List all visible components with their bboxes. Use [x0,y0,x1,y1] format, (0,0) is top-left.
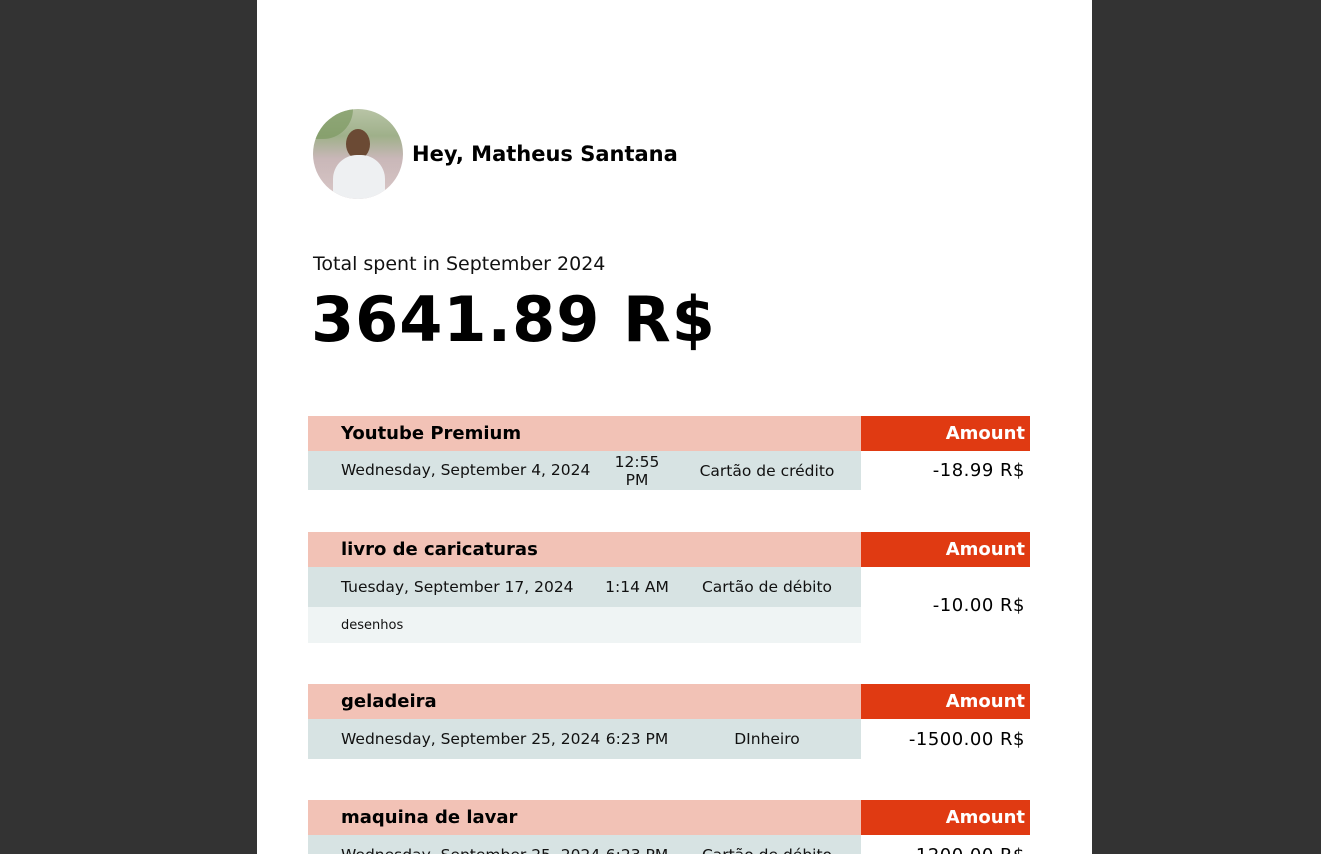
amount-header: Amount [861,416,1030,451]
amount-header: Amount [861,684,1030,719]
expense-title: livro de caricaturas [308,532,861,567]
expense-time: 6:23 PM [605,730,669,748]
amount-header: Amount [861,800,1030,835]
expense-title: geladeira [308,684,861,719]
expense-time: 1:14 AM [605,578,669,596]
avatar-body [333,155,385,199]
expense-date: Wednesday, September 25, 2024 [341,729,601,748]
report-page: Hey, Matheus Santana Total spent in Sept… [257,0,1092,854]
expense-time: 6:23 PM [601,846,673,854]
expense-date: Tuesday, September 17, 2024 [341,577,574,596]
expense-date: Wednesday, September 4, 2024 [341,461,591,479]
expense-card: geladeira Amount Wednesday, September 25… [308,684,1030,759]
payment-method: DInheiro [734,730,800,748]
total-spent-label: Total spent in September 2024 [313,253,606,275]
payment-method: Cartão de débito [673,846,861,854]
user-header: Hey, Matheus Santana [313,109,678,199]
expense-amount: -1200.00 R$ [861,835,1030,854]
greeting-text: Hey, Matheus Santana [412,142,678,166]
payment-method: Cartão de débito [701,578,833,596]
expense-title: maquina de lavar [308,800,861,835]
expense-amount: -18.99 R$ [932,460,1025,481]
expense-amount: -10.00 R$ [932,594,1025,616]
amount-header: Amount [861,532,1030,567]
expense-card: livro de caricaturas Amount Tuesday, Sep… [308,532,1030,643]
expense-date: Wednesday, September 25, 2024 [308,846,601,854]
expense-note: desenhos [308,607,861,643]
expense-amount: -1500.00 R$ [908,728,1025,750]
avatar [313,109,403,199]
total-spent-value: 3641.89 R$ [311,283,716,356]
expense-time: 12:55 PM [614,452,660,489]
expense-card: maquina de lavar Amount Wednesday, Septe… [308,800,1030,854]
avatar-background [313,109,353,139]
expense-title: Youtube Premium [308,416,861,451]
expense-card: Youtube Premium Amount Wednesday, Septem… [308,416,1030,490]
payment-method: Cartão de crédito [699,461,835,480]
